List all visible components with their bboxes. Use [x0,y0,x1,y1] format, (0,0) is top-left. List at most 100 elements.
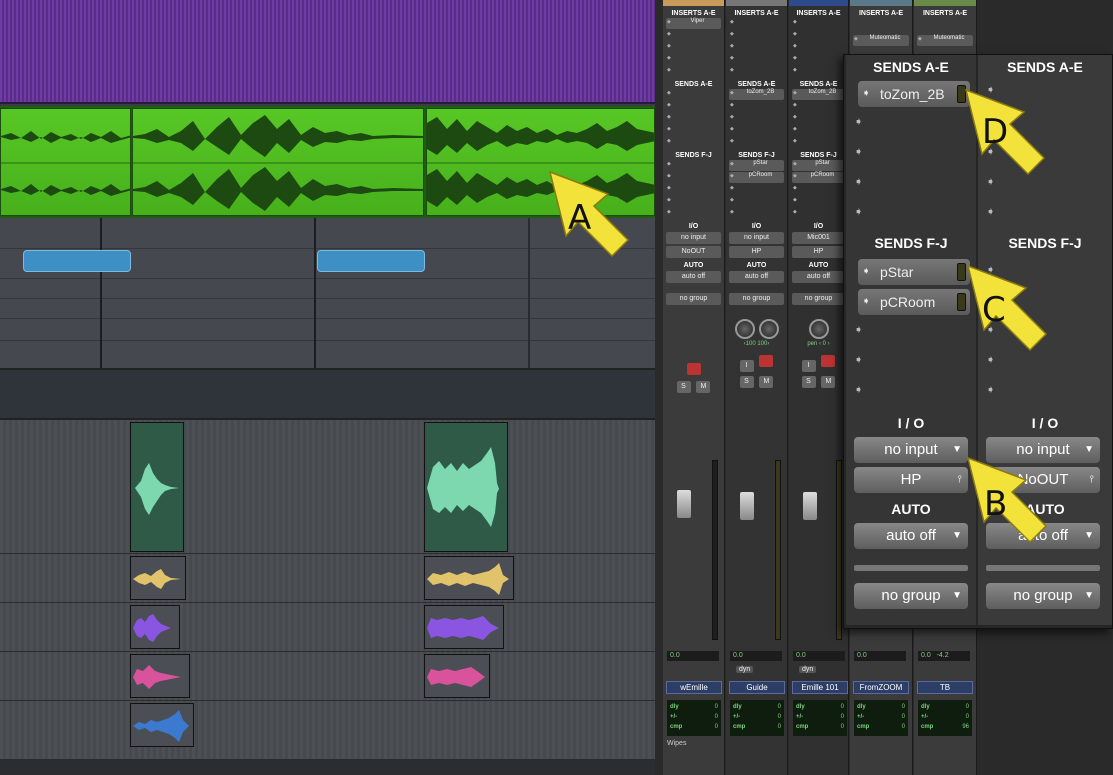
group-selector[interactable]: no group ▼ [986,583,1100,609]
send-g-button[interactable]: ➧ pCRoom [858,289,970,315]
solo-button[interactable]: S [739,376,754,388]
group-selector[interactable]: no group [666,293,721,305]
send-slot-f[interactable] [666,160,721,171]
insert-slot-e[interactable] [666,66,721,77]
send-slot-e[interactable] [792,137,845,148]
record-button[interactable] [821,355,836,367]
send-slot-a[interactable] [666,89,721,100]
send-d-slot-arrow-icon[interactable]: ➧ [854,175,863,188]
track-lane[interactable] [0,603,655,652]
audio-clip[interactable] [424,556,514,600]
send-slot-d[interactable] [729,125,784,136]
insert-slot-d[interactable] [729,54,784,65]
automation-mode-selector[interactable]: auto off [729,271,784,283]
insert-slot-d[interactable] [666,54,721,65]
group-selector[interactable]: no group [792,293,845,305]
mute-button[interactable]: M [759,376,774,388]
send-j-slot-arrow-icon[interactable]: ➧ [986,383,995,396]
send-i-slot-arrow-icon[interactable]: ➧ [986,353,995,366]
record-button[interactable] [759,355,774,367]
volume-readout[interactable]: 0.0 -4.2 [918,651,970,661]
track-purple-lane[interactable] [0,0,655,104]
send-slot-j[interactable] [729,208,784,219]
solo-button[interactable]: S [676,381,691,393]
insert-slot-c[interactable] [729,42,784,53]
audio-clip[interactable] [130,654,190,698]
send-slot-j[interactable] [666,208,721,219]
audio-clip[interactable] [132,108,424,216]
insert-slot-b[interactable] [729,30,784,41]
pan-readout[interactable]: pen ‹ 0 › [789,341,848,347]
send-j-slot-arrow-icon[interactable]: ➧ [854,383,863,396]
send-slot-d[interactable] [666,125,721,136]
audio-clip[interactable] [424,654,490,698]
send-slot-c[interactable] [792,113,845,124]
track-name[interactable]: Emille 101 [792,681,848,694]
insert-slot-a[interactable] [729,18,784,29]
record-button[interactable] [686,363,701,375]
send-slot-h[interactable] [792,184,845,195]
volume-fader[interactable] [677,490,691,518]
pan-knob-right[interactable] [758,319,779,339]
audio-clip[interactable] [130,422,184,552]
send-slot-b[interactable] [666,101,721,112]
insert-slot-c[interactable] [666,42,721,53]
volume-readout[interactable]: 0.0 [730,651,782,661]
audio-clip[interactable] [424,422,508,552]
midi-note[interactable] [317,250,425,272]
send-slot-i[interactable] [792,196,845,207]
send-a-button[interactable]: ➧ toZom_2B [858,81,970,107]
volume-readout[interactable]: 0.0 [793,651,845,661]
solo-button[interactable]: S [801,376,816,388]
automation-mode-selector[interactable]: auto off [666,271,721,283]
send-h-slot-arrow-icon[interactable]: ➧ [854,323,863,336]
insert-slot-b[interactable] [666,30,721,41]
send-e-slot-arrow-icon[interactable]: ➧ [854,205,863,218]
send-slot-a[interactable]: toZom_2B [792,89,845,100]
volume-readout[interactable]: 0.0 [667,651,719,661]
track-name[interactable]: TB [917,681,973,694]
insert-slot-e[interactable] [729,66,784,77]
input-selector[interactable]: no input [666,232,721,244]
automation-mode-selector[interactable]: auto off [792,271,845,283]
track-empty-lane[interactable] [0,368,655,420]
audio-clip[interactable] [0,108,131,216]
input-monitor-button[interactable]: I [801,360,816,372]
track-name[interactable]: FromZOOM [853,681,909,694]
track-lane[interactable] [0,701,655,760]
send-slot-f[interactable]: pStar [729,160,784,171]
send-slot-i[interactable] [729,196,784,207]
input-selector[interactable]: no input ▼ [854,437,968,463]
send-f-button[interactable]: ➧ pStar [858,259,970,285]
pan-knob[interactable] [808,319,829,339]
send-slot-c[interactable] [666,113,721,124]
volume-fader[interactable] [740,492,754,520]
track-name[interactable]: wEmille [666,681,722,694]
output-selector[interactable]: HP ⫯ [854,467,968,493]
insert-slot-a[interactable] [792,18,845,29]
pan-knob-left[interactable] [734,319,755,339]
track-name[interactable]: Guide [729,681,785,694]
send-slot-b[interactable] [792,101,845,112]
pan-readout[interactable]: ‹100 100› [726,341,787,347]
send-e-slot-arrow-icon[interactable]: ➧ [986,205,995,218]
insert-slot-e[interactable] [792,66,845,77]
audio-clip[interactable] [130,605,180,649]
input-selector[interactable]: Mic001 [792,232,845,244]
send-slot-g[interactable]: pCRoom [792,172,845,183]
track-lane[interactable] [0,652,655,701]
volume-readout[interactable]: 0.0 [854,651,906,661]
send-b-slot-arrow-icon[interactable]: ➧ [854,115,863,128]
send-slot-e[interactable] [729,137,784,148]
audio-clip[interactable] [424,605,504,649]
send-slot-a[interactable]: toZom_2B [729,89,784,100]
insert-slot-a[interactable]: Muteomatic [853,35,909,46]
audio-clip[interactable] [130,703,194,747]
send-slot-e[interactable] [666,137,721,148]
insert-slot-a[interactable]: Viper [666,18,721,29]
mute-button[interactable]: M [821,376,836,388]
volume-fader[interactable] [803,492,817,520]
group-selector[interactable]: no group ▼ [854,583,968,609]
send-slot-h[interactable] [729,184,784,195]
input-selector[interactable]: no input [729,232,784,244]
